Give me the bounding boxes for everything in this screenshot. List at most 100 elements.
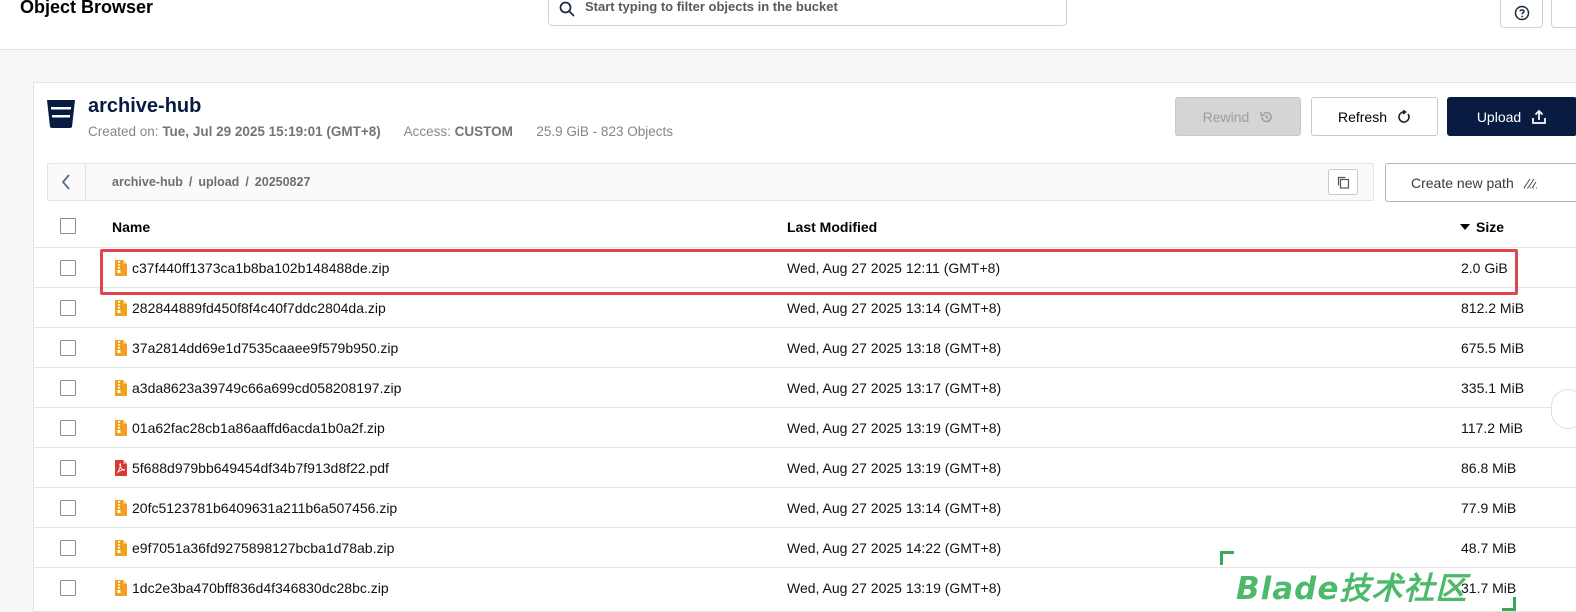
top-bar: Object Browser bbox=[0, 0, 1576, 50]
object-name[interactable]: 20fc5123781b6409631a211b6a507456.zip bbox=[132, 500, 397, 516]
help-icon bbox=[1514, 5, 1530, 21]
object-name[interactable]: e9f7051a36fd9275898127bcba1d78ab.zip bbox=[132, 540, 394, 556]
row-checkbox[interactable] bbox=[60, 300, 76, 316]
zip-file-icon bbox=[114, 380, 128, 401]
refresh-icon bbox=[1398, 109, 1410, 123]
search-icon bbox=[559, 1, 575, 17]
object-size: 2.0 GiB bbox=[1461, 260, 1508, 276]
zip-file-icon bbox=[114, 340, 128, 361]
refresh-button[interactable]: Refresh bbox=[1311, 97, 1438, 136]
object-modified: Wed, Aug 27 2025 13:14 (GMT+8) bbox=[787, 300, 1002, 316]
column-header-modified[interactable]: Last Modified bbox=[787, 219, 877, 235]
upload-button[interactable]: Upload bbox=[1447, 97, 1576, 136]
zip-file-icon bbox=[114, 500, 128, 521]
toolbar-button-partial[interactable] bbox=[1551, 0, 1576, 28]
object-modified: Wed, Aug 27 2025 13:19 (GMT+8) bbox=[787, 420, 1002, 436]
back-button[interactable] bbox=[48, 164, 86, 200]
bucket-icon bbox=[47, 100, 75, 128]
table-row[interactable]: e9f7051a36fd9275898127bcba1d78ab.zip Wed… bbox=[34, 527, 1576, 567]
column-header-name[interactable]: Name bbox=[112, 219, 150, 235]
access-label: Access: bbox=[403, 124, 451, 139]
path-bar: archive-hub / upload/20250827 bbox=[47, 163, 1374, 201]
breadcrumb-item[interactable]: archive-hub bbox=[112, 175, 183, 189]
rewind-button[interactable]: Rewind bbox=[1175, 97, 1301, 136]
object-modified: Wed, Aug 27 2025 13:17 (GMT+8) bbox=[787, 380, 1002, 396]
sort-desc-icon bbox=[1460, 224, 1470, 230]
zip-file-icon bbox=[114, 580, 128, 601]
bucket-meta: Created on: Tue, Jul 29 2025 15:19:01 (G… bbox=[88, 124, 673, 139]
refresh-label: Refresh bbox=[1337, 108, 1388, 125]
object-modified: Wed, Aug 27 2025 13:19 (GMT+8) bbox=[787, 460, 1002, 476]
row-checkbox[interactable] bbox=[60, 540, 76, 556]
new-path-icon bbox=[1523, 178, 1537, 188]
object-modified: Wed, Aug 27 2025 14:22 (GMT+8) bbox=[787, 540, 1002, 556]
object-name[interactable]: 01a62fac28cb1a86aaffd6acda1b0a2f.zip bbox=[132, 420, 385, 436]
row-checkbox[interactable] bbox=[60, 340, 76, 356]
rewind-icon bbox=[1260, 111, 1273, 122]
upload-label: Upload bbox=[1476, 108, 1522, 125]
object-modified: Wed, Aug 27 2025 13:14 (GMT+8) bbox=[787, 500, 1002, 516]
created-value: Tue, Jul 29 2025 15:19:01 (GMT+8) bbox=[162, 124, 381, 139]
table-row[interactable]: 20fc5123781b6409631a211b6a507456.zip Wed… bbox=[34, 487, 1576, 527]
table-row[interactable]: c37f440ff1373ca1b8ba102b148488de.zip Wed… bbox=[34, 247, 1576, 287]
zip-file-icon bbox=[114, 260, 128, 281]
search-input[interactable] bbox=[585, 0, 1045, 14]
row-checkbox[interactable] bbox=[60, 260, 76, 276]
table-row[interactable]: a3da8623a39749c66a699cd058208197.zip Wed… bbox=[34, 367, 1576, 407]
object-name[interactable]: 282844889fd450f8f4c40f7ddc2804da.zip bbox=[132, 300, 386, 316]
table-row[interactable]: 282844889fd450f8f4c40f7ddc2804da.zip Wed… bbox=[34, 287, 1576, 327]
object-size: 675.5 MiB bbox=[1461, 340, 1525, 356]
object-name[interactable]: 37a2814dd69e1d7535caaee9f579b950.zip bbox=[132, 340, 398, 356]
object-modified: Wed, Aug 27 2025 13:18 (GMT+8) bbox=[787, 340, 1002, 356]
object-size: 48.7 MiB bbox=[1461, 540, 1517, 556]
page-title: Object Browser bbox=[20, 0, 154, 17]
breadcrumb: archive-hub / upload/20250827 bbox=[112, 175, 311, 189]
table-header: Name Last Modified Size bbox=[34, 207, 1576, 245]
copy-icon bbox=[1337, 176, 1350, 189]
object-name[interactable]: 5f688d979bb649454df34b7f913d8f22.pdf bbox=[132, 460, 389, 476]
object-size: 335.1 MiB bbox=[1461, 380, 1525, 396]
select-all-checkbox[interactable] bbox=[60, 218, 76, 234]
object-size: 812.2 MiB bbox=[1461, 300, 1525, 316]
created-label: Created on: bbox=[88, 124, 159, 139]
column-header-size-label: Size bbox=[1476, 219, 1505, 235]
object-size: 117.2 MiB bbox=[1461, 420, 1523, 436]
bucket-panel: archive-hub Created on: Tue, Jul 29 2025… bbox=[33, 82, 1576, 612]
object-name[interactable]: c37f440ff1373ca1b8ba102b148488de.zip bbox=[132, 260, 389, 276]
row-checkbox[interactable] bbox=[60, 380, 76, 396]
zip-file-icon bbox=[114, 420, 128, 441]
chevron-left-icon bbox=[61, 174, 70, 190]
row-checkbox[interactable] bbox=[60, 460, 76, 476]
object-size: 31.7 MiB bbox=[1461, 580, 1517, 596]
upload-icon bbox=[1532, 109, 1547, 124]
create-path-button[interactable]: Create new path bbox=[1385, 163, 1576, 202]
help-button[interactable] bbox=[1500, 0, 1543, 28]
rewind-label: Rewind bbox=[1202, 108, 1250, 125]
table-row[interactable]: 1dc2e3ba470bff836d4f346830dc28bc.zip Wed… bbox=[34, 567, 1576, 607]
table-row[interactable]: 01a62fac28cb1a86aaffd6acda1b0a2f.zip Wed… bbox=[34, 407, 1576, 447]
object-name[interactable]: 1dc2e3ba470bff836d4f346830dc28bc.zip bbox=[132, 580, 389, 596]
breadcrumb-item[interactable]: upload bbox=[198, 175, 239, 189]
access-value: CUSTOM bbox=[454, 124, 513, 139]
create-path-label: Create new path bbox=[1411, 174, 1514, 191]
copy-path-button[interactable] bbox=[1328, 169, 1358, 195]
column-header-size[interactable]: Size bbox=[1460, 219, 1504, 235]
row-checkbox[interactable] bbox=[60, 500, 76, 516]
table-row[interactable]: 5f688d979bb649454df34b7f913d8f22.pdf Wed… bbox=[34, 447, 1576, 487]
zip-file-icon bbox=[114, 300, 128, 321]
object-modified: Wed, Aug 27 2025 13:19 (GMT+8) bbox=[787, 580, 1002, 596]
breadcrumb-item[interactable]: 20250827 bbox=[255, 175, 311, 189]
search-box[interactable] bbox=[548, 0, 1067, 26]
bucket-usage: 25.9 GiB - 823 Objects bbox=[536, 124, 673, 139]
table-row[interactable]: 37a2814dd69e1d7535caaee9f579b950.zip Wed… bbox=[34, 327, 1576, 367]
zip-file-icon bbox=[114, 540, 128, 561]
row-checkbox[interactable] bbox=[60, 420, 76, 436]
object-name[interactable]: a3da8623a39749c66a699cd058208197.zip bbox=[132, 380, 401, 396]
object-modified: Wed, Aug 27 2025 12:11 (GMT+8) bbox=[787, 260, 1001, 276]
scroll-handle[interactable] bbox=[1551, 389, 1576, 429]
row-checkbox[interactable] bbox=[60, 580, 76, 596]
object-size: 86.8 MiB bbox=[1461, 460, 1517, 476]
object-size: 77.9 MiB bbox=[1461, 500, 1517, 516]
bucket-name: archive-hub bbox=[88, 95, 202, 117]
pdf-file-icon bbox=[114, 460, 128, 481]
